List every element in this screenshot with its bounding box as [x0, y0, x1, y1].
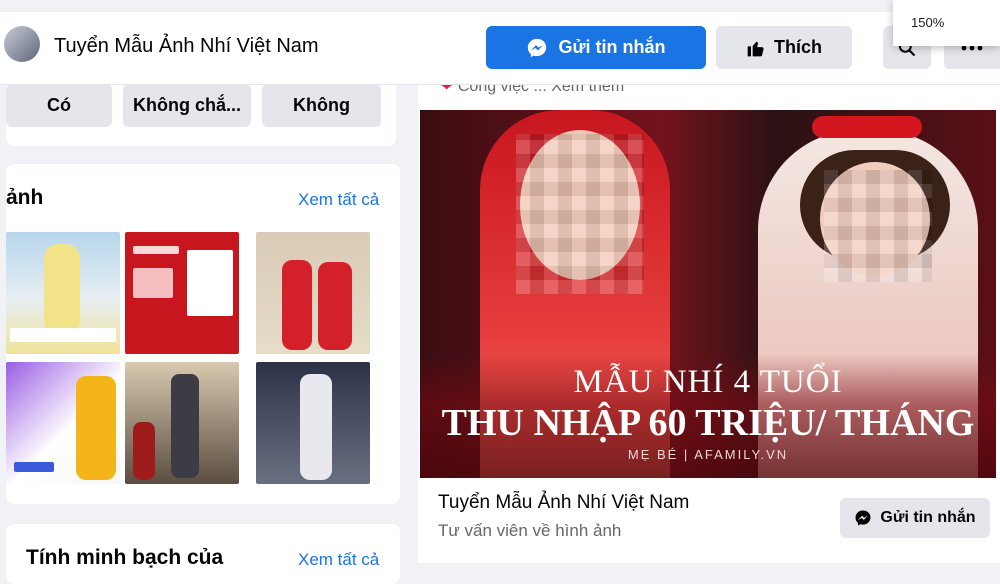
pixelated-face [824, 170, 932, 282]
thumbs-up-icon [747, 40, 764, 56]
option-yes[interactable]: Có [6, 84, 112, 127]
post-page-name[interactable]: Tuyển Mẫu Ảnh Nhí Việt Nam [438, 492, 689, 514]
messenger-icon [528, 38, 547, 57]
send-message-label: Gửi tin nhắn [558, 37, 666, 57]
messenger-icon [855, 510, 871, 526]
post-banner-image[interactable]: MẪU NHÍ 4 TUỔI THU NHẬP 60 TRIỆU/ THÁNG … [420, 110, 996, 478]
banner-source: MẸ BÉ | AFAMILY.VN [627, 447, 789, 462]
post-send-message-button[interactable]: Gửi tin nhắn [840, 498, 990, 538]
post-page-category: Tư vấn viên về hình ảnh [438, 521, 622, 540]
photo-figure [133, 422, 155, 480]
pixelated-face [516, 134, 644, 294]
photo-inset [187, 250, 233, 316]
photo-thumbnail[interactable] [6, 362, 120, 484]
like-button[interactable]: Thích [716, 26, 852, 69]
transparency-card: Tính minh bạch của Xem tất cả [6, 524, 400, 584]
photos-card: ảnh Xem tất cả [6, 164, 400, 504]
photo-figure [318, 262, 352, 350]
see-all-photos-link[interactable]: Xem tất cả [298, 190, 379, 210]
photo-figure [76, 376, 116, 480]
zoom-popup: 150% [893, 0, 1000, 46]
photo-thumbnail[interactable] [125, 362, 239, 484]
photo-text-block [133, 268, 173, 298]
banner-subheadline: THU NHẬP 60 TRIỆU/ THÁNG [441, 402, 975, 444]
photo-figure [282, 260, 312, 350]
option-no[interactable]: Không [262, 84, 381, 127]
photo-figure [44, 244, 80, 334]
photo-figure [171, 374, 199, 478]
post-send-message-label: Gửi tin nhắn [880, 509, 976, 526]
photo-figure [300, 374, 332, 480]
like-label: Thích [774, 37, 822, 57]
photo-thumbnail[interactable] [6, 232, 120, 354]
send-message-button[interactable]: Gửi tin nhắn [486, 26, 706, 69]
banner-headband [812, 116, 922, 138]
photo-thumbnail[interactable] [256, 232, 370, 354]
photo-thumbnail[interactable] [125, 232, 239, 354]
see-all-transparency-link[interactable]: Xem tất cả [298, 550, 379, 570]
photo-caption-strip [10, 328, 116, 342]
photo-thumbnail[interactable] [256, 362, 370, 484]
photo-text-block [14, 462, 54, 472]
response-options: Có Không chắ... Không [6, 84, 396, 146]
page-avatar[interactable] [4, 26, 40, 62]
transparency-title: Tính minh bạch của [26, 546, 224, 569]
page-header: Tuyển Mẫu Ảnh Nhí Việt Nam Gửi tin nhắn … [0, 12, 1000, 85]
banner-headline: MẪU NHÍ 4 TUỔI [573, 364, 843, 400]
photos-title: ảnh [6, 186, 44, 209]
photo-text-block [133, 246, 179, 254]
left-column: Có Không chắ... Không ảnh Xem tất cả Tín… [0, 84, 402, 584]
zoom-level: 150% [911, 15, 945, 30]
page-name[interactable]: Tuyển Mẫu Ảnh Nhí Việt Nam [54, 35, 319, 58]
option-not-sure[interactable]: Không chắ... [123, 84, 251, 127]
post-column: ❤ Công việc ... Xem thêm MẪU NHÍ 4 TUỔI … [418, 78, 1000, 563]
